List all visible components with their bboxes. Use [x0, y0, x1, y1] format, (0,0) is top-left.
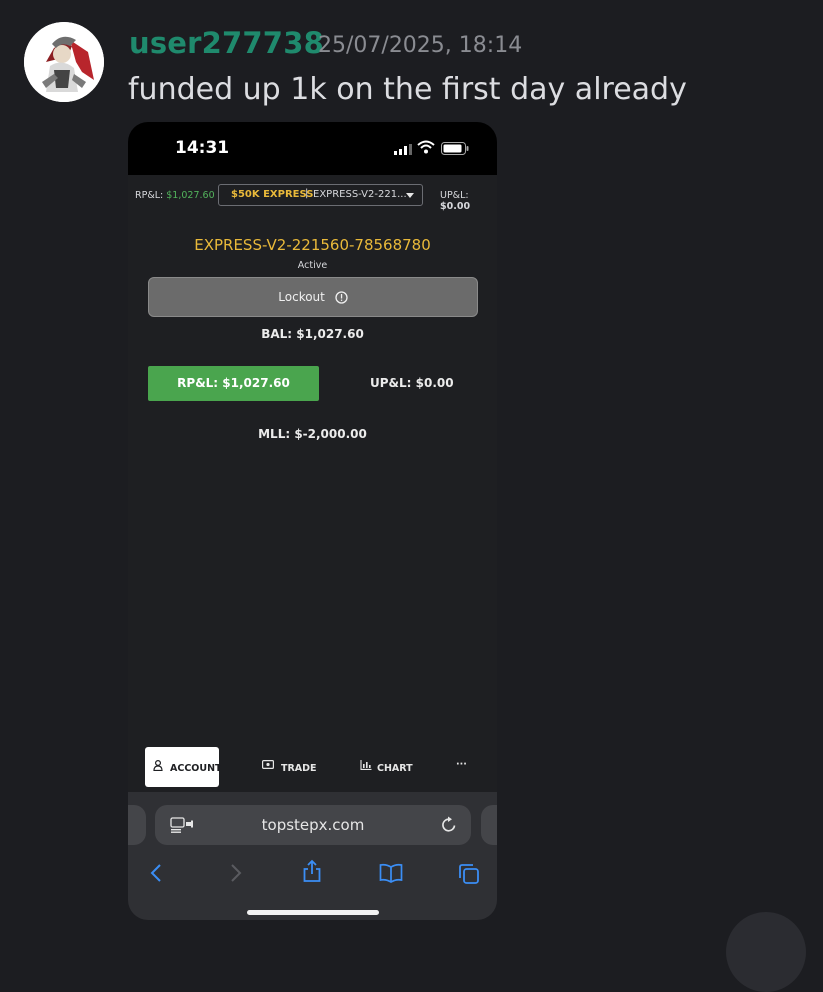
- wifi-icon: [417, 140, 435, 154]
- attached-screenshot[interactable]: 14:31 RP&L: $1,027.60 $50K EXPRESS | EXP…: [128, 122, 497, 920]
- share-icon[interactable]: [302, 859, 322, 883]
- trade-icon: [262, 760, 274, 769]
- avatar-image: [24, 22, 104, 102]
- tab-account[interactable]: ACCOUNT: [145, 747, 222, 787]
- forward-icon[interactable]: [229, 863, 243, 883]
- rpl-badge-label: RP&L: $1,027.60: [177, 376, 290, 390]
- header-rpl-value: $1,027.60: [166, 190, 215, 201]
- header-upl: UP&L: $0.00: [440, 190, 497, 212]
- browser-toolbar: topstepx.com: [128, 792, 497, 920]
- bottom-tab-bar: ACCOUNT TRADE CHART ···: [128, 742, 497, 792]
- info-icon[interactable]: [335, 291, 348, 304]
- account-separator: |: [305, 188, 309, 199]
- tab-trade-label: TRADE: [281, 763, 317, 774]
- balance: BAL: $1,027.60: [261, 327, 364, 341]
- battery-icon: [441, 142, 469, 155]
- tabs-icon[interactable]: [458, 863, 480, 885]
- account-tag: $50K EXPRESS: [231, 189, 314, 200]
- upl-value: UP&L: $0.00: [370, 376, 454, 390]
- account-short-name: EXPRESS-V2-221...: [313, 189, 407, 200]
- account-id: EXPRESS-V2-221560-78568780: [194, 236, 431, 254]
- rpl-badge: RP&L: $1,027.60: [148, 366, 319, 401]
- header-upl-label: UP&L:: [440, 190, 469, 201]
- floating-action-button[interactable]: [726, 912, 806, 992]
- tab-more[interactable]: ···: [448, 747, 478, 787]
- cellular-signal-icon: [394, 144, 412, 155]
- header-rpl: RP&L: $1,027.60: [135, 190, 215, 201]
- more-icon: ···: [456, 759, 467, 770]
- chevron-down-icon: [406, 193, 414, 198]
- lockout-button[interactable]: Lockout: [148, 277, 478, 317]
- url-text: topstepx.com: [261, 816, 365, 834]
- status-time: 14:31: [175, 138, 230, 158]
- ios-status-bar: 14:31: [128, 122, 497, 175]
- header-rpl-label: RP&L:: [135, 190, 164, 201]
- lockout-label: Lockout: [278, 290, 325, 304]
- next-tab-pill[interactable]: [481, 805, 497, 845]
- person-icon: [153, 760, 163, 771]
- tab-trade[interactable]: TRADE: [258, 747, 318, 787]
- tab-account-label: ACCOUNT: [170, 763, 222, 774]
- address-bar[interactable]: topstepx.com: [155, 805, 471, 845]
- message-text: funded up 1k on the first day already: [128, 72, 687, 107]
- bookmarks-icon[interactable]: [379, 863, 403, 883]
- tab-chart-label: CHART: [377, 763, 413, 774]
- tab-chart[interactable]: CHART: [356, 747, 416, 787]
- account-status: Active: [297, 260, 328, 271]
- max-loss-limit: MLL: $-2,000.00: [258, 427, 367, 441]
- back-icon[interactable]: [149, 863, 163, 883]
- home-indicator: [247, 910, 379, 915]
- reload-icon[interactable]: [441, 816, 457, 833]
- user-avatar[interactable]: [24, 22, 104, 102]
- username[interactable]: user277738: [129, 26, 324, 60]
- chart-icon: [360, 760, 372, 770]
- previous-tab-pill[interactable]: [128, 805, 146, 845]
- header-upl-value: $0.00: [440, 201, 471, 212]
- account-selector[interactable]: $50K EXPRESS | EXPRESS-V2-221...: [218, 184, 423, 206]
- message-timestamp: 25/07/2025, 18:14: [318, 33, 523, 58]
